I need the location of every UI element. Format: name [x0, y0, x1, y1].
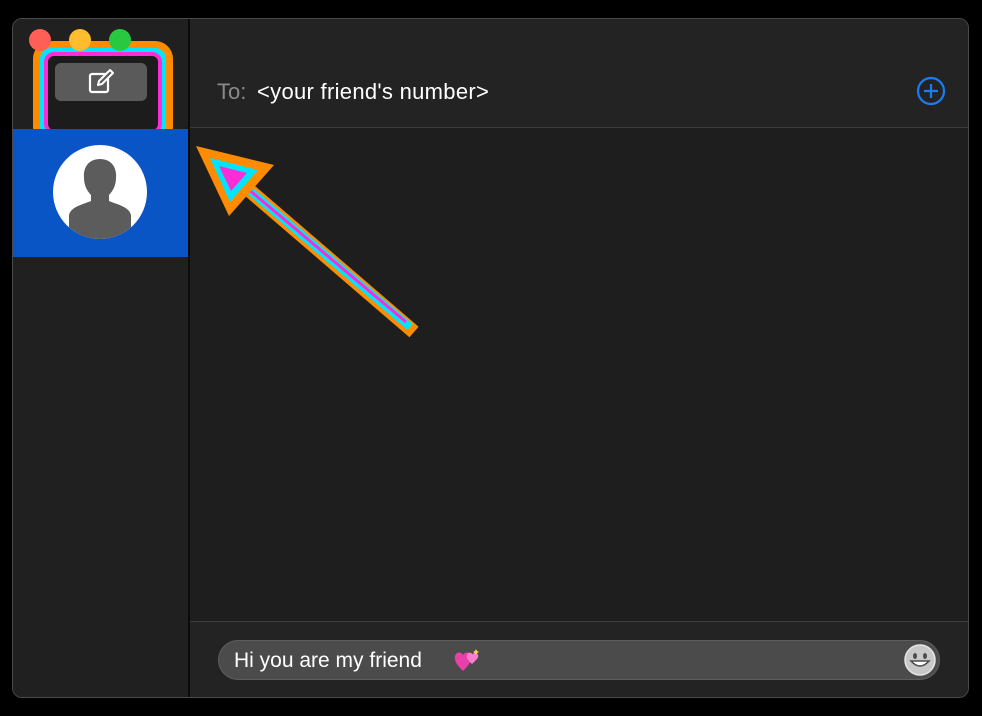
- recipient-header: To: <your friend's number>: [190, 19, 968, 128]
- message-text: Hi you are my friend: [234, 649, 422, 672]
- emoji-button[interactable]: [903, 643, 937, 677]
- conversation-item[interactable]: [13, 129, 188, 257]
- smiley-icon: [904, 644, 936, 676]
- sidebar: [13, 19, 190, 697]
- to-label: To:: [217, 79, 247, 104]
- avatar: [53, 145, 147, 239]
- plus-circle-icon: [916, 76, 946, 106]
- compose-button[interactable]: [55, 63, 147, 101]
- composer-bar: Hi you are my friend: [190, 621, 968, 697]
- close-window-button[interactable]: [29, 29, 51, 51]
- conversation-pane: To: <your friend's number> Hi you are my…: [190, 19, 968, 697]
- sparkling-hearts-icon: [454, 649, 479, 671]
- messages-window: To: <your friend's number> Hi you are my…: [12, 18, 969, 698]
- message-area: [190, 128, 968, 621]
- compose-icon: [88, 69, 114, 94]
- person-silhouette-icon: [69, 159, 131, 239]
- zoom-window-button[interactable]: [109, 29, 131, 51]
- minimize-window-button[interactable]: [69, 29, 91, 51]
- add-recipient-button[interactable]: [916, 76, 946, 106]
- recipient-field[interactable]: <your friend's number>: [257, 79, 489, 105]
- message-input[interactable]: Hi you are my friend: [218, 640, 940, 680]
